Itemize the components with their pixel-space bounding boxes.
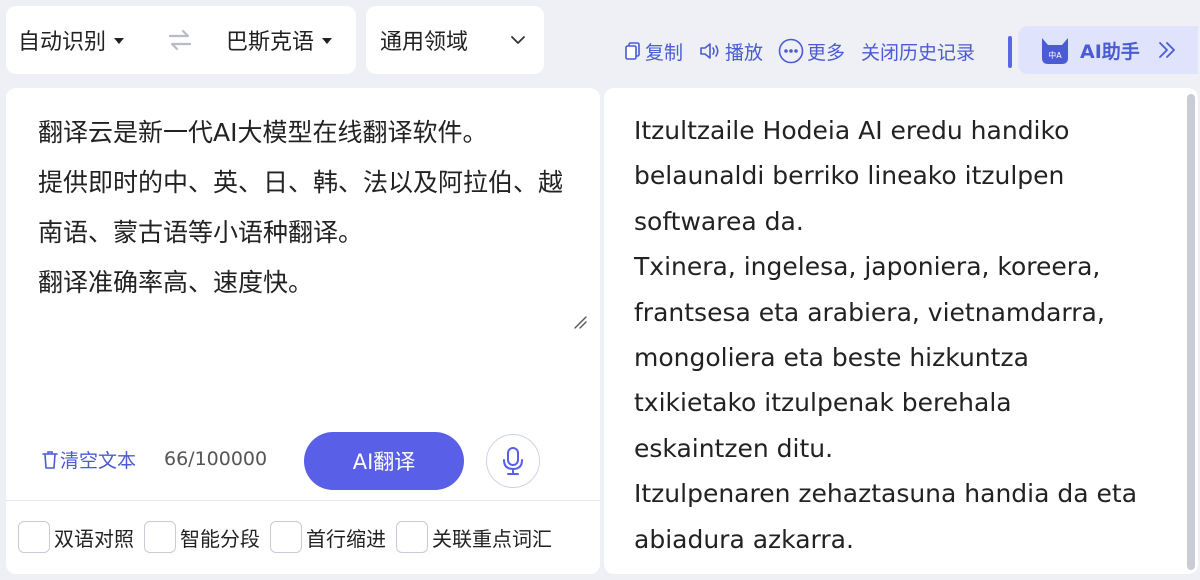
copy-icon <box>625 42 640 60</box>
source-language-select[interactable]: 自动识别 <box>18 6 125 74</box>
ai-cat-icon: 中A <box>1042 38 1068 64</box>
copy-button[interactable]: 复制 <box>624 36 683 66</box>
ai-translate-button[interactable]: AI翻译 <box>304 432 464 490</box>
play-label: 播放 <box>725 41 764 64</box>
ai-assistant-button[interactable]: 中A AI助手 <box>1018 26 1198 74</box>
checkbox[interactable] <box>144 521 176 553</box>
speaker-icon <box>700 43 719 59</box>
caret-down-icon <box>322 38 333 44</box>
domain-select[interactable]: 通用领域 <box>366 6 544 74</box>
target-language-select[interactable]: 巴斯克语 <box>226 6 333 74</box>
trash-icon <box>42 450 58 469</box>
microphone-icon <box>503 447 523 475</box>
chevron-down-icon <box>511 36 525 44</box>
more-label: 更多 <box>807 41 846 64</box>
microphone-button[interactable] <box>486 434 540 488</box>
close-history-button[interactable]: 关闭历史记录 <box>861 36 975 66</box>
checkbox[interactable] <box>396 521 428 553</box>
scrollbar[interactable] <box>1187 94 1195 570</box>
close-history-label: 关闭历史记录 <box>861 41 976 64</box>
domain-label: 通用领域 <box>380 30 469 55</box>
option-label: 双语对照 <box>54 526 134 551</box>
caret-down-icon <box>114 38 125 44</box>
char-counter: 66/100000 <box>164 448 268 470</box>
option-label: 关联重点词汇 <box>432 526 552 551</box>
more-button[interactable]: 更多 <box>778 36 845 66</box>
source-language-label: 自动识别 <box>18 30 107 55</box>
ai-translate-label: AI翻译 <box>352 450 416 474</box>
source-panel: 翻译云是新一代AI大模型在线翻译软件。 提供即时的中、英、日、韩、法以及阿拉伯、… <box>6 88 600 574</box>
option-label: 智能分段 <box>180 526 260 551</box>
option-first-line-indent[interactable]: 首行缩进 <box>270 521 386 553</box>
svg-text:中A: 中A <box>1048 50 1062 60</box>
target-language-label: 巴斯克语 <box>226 30 315 55</box>
more-icon <box>778 38 804 64</box>
translation-output: Itzultzaile Hodeia AI eredu handiko bela… <box>634 116 1138 554</box>
option-smart-paragraph[interactable]: 智能分段 <box>144 521 260 553</box>
checkbox[interactable] <box>270 521 302 553</box>
double-chevron-right-icon <box>1159 42 1175 58</box>
toolbar-divider <box>1008 36 1012 68</box>
source-text-input[interactable]: 翻译云是新一代AI大模型在线翻译软件。 提供即时的中、英、日、韩、法以及阿拉伯、… <box>38 108 578 308</box>
checkbox[interactable] <box>18 521 50 553</box>
options-bar: 双语对照 智能分段 首行缩进 关联重点词汇 <box>6 500 600 574</box>
option-key-vocabulary[interactable]: 关联重点词汇 <box>396 521 552 553</box>
target-panel: Itzultzaile Hodeia AI eredu handiko bela… <box>604 88 1198 574</box>
copy-label: 复制 <box>645 41 684 64</box>
ai-assistant-label: AI助手 <box>1080 40 1140 63</box>
resize-grip-icon[interactable] <box>572 314 588 330</box>
language-bar: 自动识别 巴斯克语 <box>6 6 356 74</box>
clear-text-label: 清空文本 <box>60 450 137 472</box>
option-bilingual[interactable]: 双语对照 <box>18 521 134 553</box>
swap-icon[interactable] <box>166 26 194 54</box>
clear-text-button[interactable]: 清空文本 <box>40 446 136 473</box>
play-button[interactable]: 播放 <box>698 36 763 66</box>
option-label: 首行缩进 <box>306 526 386 551</box>
